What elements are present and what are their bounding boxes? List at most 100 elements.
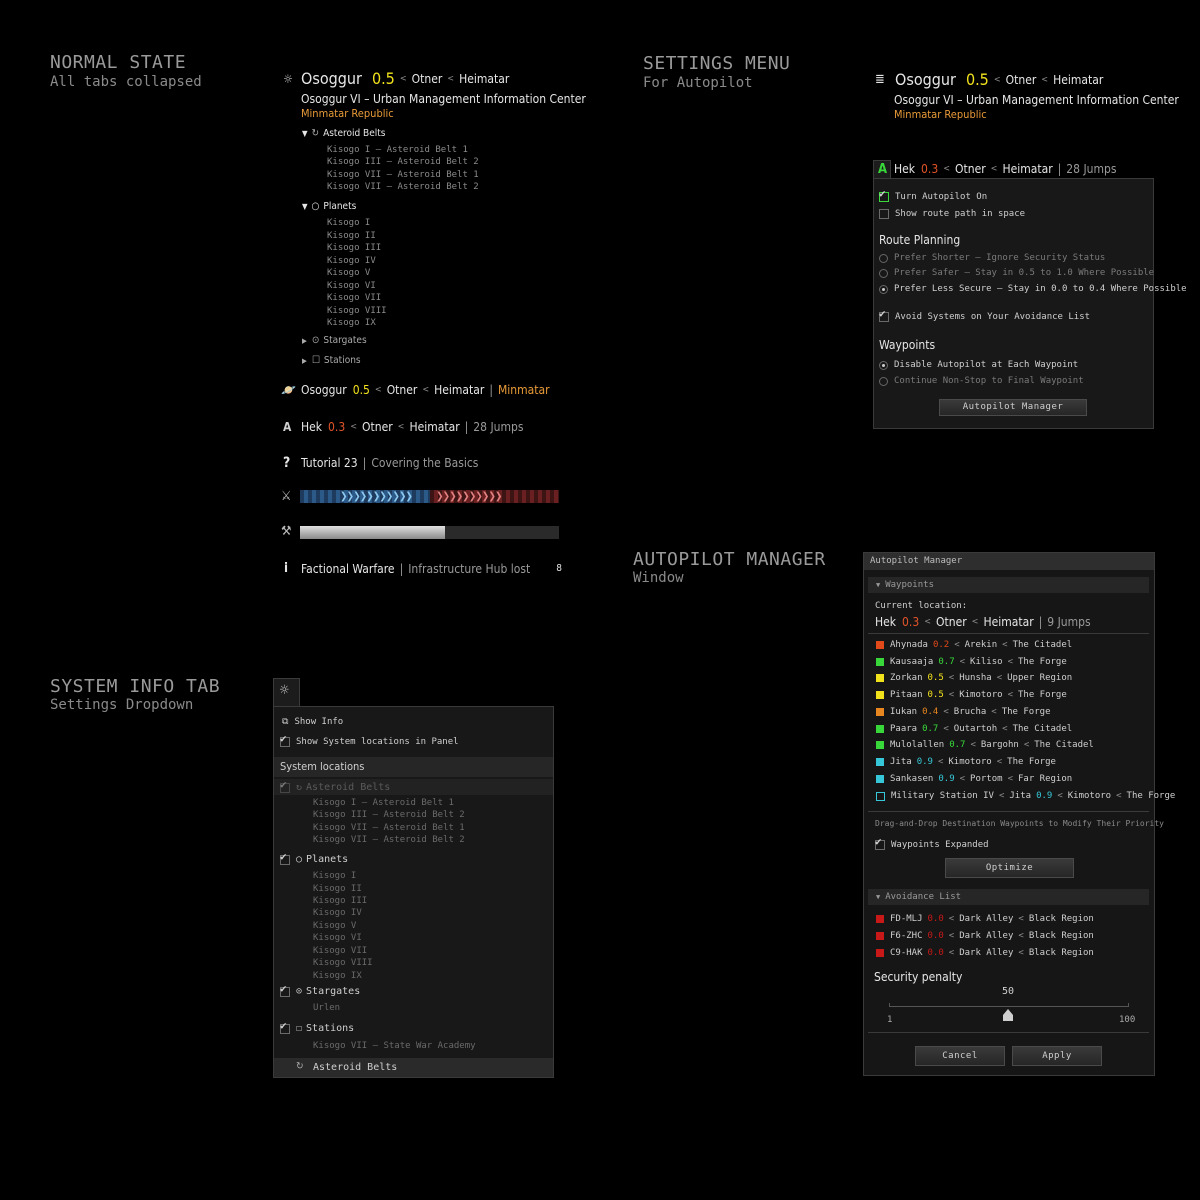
- menu-icon[interactable]: ≣: [875, 72, 889, 87]
- region-name[interactable]: Black Region: [1029, 948, 1094, 958]
- constellation-name[interactable]: Kimotoro: [959, 690, 1002, 700]
- region-name[interactable]: Heimatar: [1053, 73, 1103, 87]
- tree-planets[interactable]: ▼ ○ Planets: [302, 201, 356, 212]
- stations-checkbox[interactable]: ☐Stations: [280, 1019, 354, 1034]
- faction-name[interactable]: Minmatar: [498, 383, 550, 397]
- route-option-safer[interactable]: Prefer Safer – Stay in 0.5 to 1.0 Where …: [879, 268, 1154, 278]
- system-name[interactable]: Osoggur: [301, 383, 347, 397]
- region-name[interactable]: Heimatar: [983, 615, 1033, 629]
- waypoint-row[interactable]: Kausaaja 0.7 < Kiliso < The Forge: [876, 657, 1067, 667]
- waypoint-option-disable[interactable]: Disable Autopilot at Each Waypoint: [879, 360, 1078, 370]
- avoid-system[interactable]: F6-ZHC: [890, 931, 923, 941]
- avoid-system[interactable]: C9-HAK: [890, 948, 923, 958]
- list-item[interactable]: Kisogo IX: [327, 318, 376, 328]
- list-item[interactable]: Kisogo VII – Asteroid Belt 2: [327, 182, 479, 192]
- list-item[interactable]: Kisogo V: [327, 268, 370, 278]
- faction-name[interactable]: Minmatar Republic: [894, 108, 987, 121]
- system-info-icon[interactable]: ☼: [281, 72, 295, 86]
- turn-autopilot-checkbox[interactable]: Turn Autopilot On: [879, 187, 987, 202]
- region-name[interactable]: The Citadel: [1013, 724, 1073, 734]
- list-item[interactable]: Kisogo III: [327, 243, 381, 253]
- region-name[interactable]: The Forge: [1007, 757, 1056, 767]
- constellation-name[interactable]: Otner: [1006, 73, 1037, 87]
- region-name[interactable]: Heimatar: [434, 383, 484, 397]
- show-route-checkbox[interactable]: Show route path in space: [879, 209, 1025, 219]
- route-option-less-secure[interactable]: Prefer Less Secure – Stay in 0.0 to 0.4 …: [879, 284, 1187, 294]
- waypoint-system[interactable]: Kausaaja: [890, 657, 933, 667]
- avoidance-row[interactable]: F6-ZHC 0.0 < Dark Alley < Black Region: [876, 931, 1094, 941]
- factional-warfare-row[interactable]: i Factional Warfare | Infrastructure Hub …: [284, 561, 562, 576]
- station-name[interactable]: Osoggur VI – Urban Management Informatio…: [894, 93, 1179, 107]
- system-info-tab[interactable]: ☼: [273, 678, 300, 707]
- waypoint-row[interactable]: Jita 0.9 < Kimotoro < The Forge: [876, 757, 1056, 767]
- constellation-name[interactable]: Otner: [412, 72, 443, 86]
- region-name[interactable]: Heimatar: [1002, 162, 1052, 176]
- constellation-name[interactable]: Arekin: [965, 640, 998, 650]
- region-name[interactable]: Upper Region: [1007, 673, 1072, 683]
- waypoints-expanded-checkbox[interactable]: Waypoints Expanded: [875, 835, 989, 850]
- avoidance-section-header[interactable]: ▼ Avoidance List: [868, 889, 1149, 905]
- system-name[interactable]: Osoggur: [301, 69, 362, 88]
- region-name[interactable]: Heimatar: [459, 72, 509, 86]
- constellation-name[interactable]: Otner: [936, 615, 967, 629]
- list-item[interactable]: Kisogo I: [327, 218, 370, 228]
- constellation-name[interactable]: Hunsha: [959, 673, 992, 683]
- constellation-name[interactable]: Outartoh: [954, 724, 997, 734]
- station-waypoint-row[interactable]: Military Station IV < Jita 0.9 < Kimotoro …: [876, 791, 1175, 801]
- constellation-name[interactable]: Otner: [387, 383, 418, 397]
- slider-thumb[interactable]: [1003, 1006, 1013, 1021]
- faction-warfare-icon[interactable]: ⚔: [281, 489, 292, 504]
- waypoint-system[interactable]: Jita: [890, 757, 912, 767]
- waypoint-row[interactable]: Sankasen 0.9 < Portom < Far Region: [876, 774, 1072, 784]
- autopilot-manager-button[interactable]: Autopilot Manager: [939, 399, 1087, 416]
- cancel-button[interactable]: Cancel: [915, 1046, 1005, 1066]
- show-locations-checkbox[interactable]: Show System locations in Panel: [280, 732, 459, 747]
- avoid-system[interactable]: FD-MLJ: [890, 914, 923, 924]
- waypoints-section-header[interactable]: ▼ Waypoints: [868, 577, 1149, 593]
- region-name[interactable]: The Citadel: [1034, 740, 1094, 750]
- waypoint-row[interactable]: Zorkan 0.5 < Hunsha < Upper Region: [876, 673, 1072, 683]
- tutorial-row[interactable]: ? Tutorial 23 | Covering the Basics: [283, 455, 478, 471]
- asteroid-belts-footer[interactable]: ↻ Asteroid Belts: [274, 1058, 553, 1077]
- expanded-arrow-icon[interactable]: ▼: [302, 129, 308, 138]
- constellation-name[interactable]: Portom: [970, 774, 1003, 784]
- waypoint-row[interactable]: Mulolallen 0.7 < Bargohn < The Citadel: [876, 740, 1094, 750]
- waypoint-system[interactable]: Ahynada: [890, 640, 928, 650]
- constellation-name[interactable]: Bargohn: [981, 740, 1019, 750]
- industry-icon[interactable]: ⚒: [281, 524, 292, 539]
- waypoint-row[interactable]: Iukan 0.4 < Brucha < The Forge: [876, 707, 1051, 717]
- region-name[interactable]: The Forge: [1002, 707, 1051, 717]
- region-name[interactable]: The Citadel: [1013, 640, 1073, 650]
- region-name[interactable]: Heimatar: [409, 420, 459, 434]
- waypoint-system[interactable]: Sankasen: [890, 774, 933, 784]
- station-name[interactable]: Osoggur VI – Urban Management Informatio…: [301, 92, 586, 106]
- waypoint-system[interactable]: Pitaan: [890, 690, 923, 700]
- list-item[interactable]: Kisogo III – Asteroid Belt 2: [327, 157, 479, 167]
- system-name[interactable]: Hek: [875, 615, 896, 629]
- region-name[interactable]: Black Region: [1029, 914, 1094, 924]
- autopilot-icon[interactable]: A: [283, 420, 295, 434]
- constellation-name[interactable]: Dark Alley: [959, 931, 1013, 941]
- avoidance-row[interactable]: C9-HAK 0.0 < Dark Alley < Black Region: [876, 948, 1094, 958]
- list-item[interactable]: Kisogo IV: [327, 256, 376, 266]
- collapsed-arrow-icon[interactable]: ▶: [302, 357, 307, 365]
- waypoint-option-nonstop[interactable]: Continue Non-Stop to Final Waypoint: [879, 376, 1084, 386]
- constellation-name[interactable]: Dark Alley: [959, 914, 1013, 924]
- list-item[interactable]: Kisogo VII: [327, 293, 381, 303]
- region-name[interactable]: Black Region: [1029, 931, 1094, 941]
- list-item[interactable]: Kisogo I – Asteroid Belt 1: [327, 145, 468, 155]
- collapsed-arrow-icon[interactable]: ▶: [302, 337, 307, 345]
- expanded-arrow-icon[interactable]: ▼: [302, 202, 308, 211]
- waypoint-row[interactable]: Paara 0.7 < Outartoh < The Citadel: [876, 724, 1072, 734]
- autopilot-tab[interactable]: A: [873, 160, 891, 179]
- region-name[interactable]: The Forge: [1018, 690, 1067, 700]
- help-icon[interactable]: ?: [283, 455, 295, 471]
- apply-button[interactable]: Apply: [1012, 1046, 1102, 1066]
- info-icon[interactable]: i: [284, 561, 294, 576]
- waypoint-row[interactable]: Ahynada 0.2 < Arekin < The Citadel: [876, 640, 1072, 650]
- waypoint-system[interactable]: Iukan: [890, 707, 917, 717]
- planets-checkbox[interactable]: ○Planets: [280, 850, 348, 865]
- location-row[interactable]: 🪐 Osoggur 0.5 < Otner < Heimatar | Minmatar: [281, 383, 550, 397]
- region-name[interactable]: The Forge: [1018, 657, 1067, 667]
- route-row[interactable]: A Hek 0.3 < Otner < Heimatar | 28 Jumps: [283, 420, 523, 434]
